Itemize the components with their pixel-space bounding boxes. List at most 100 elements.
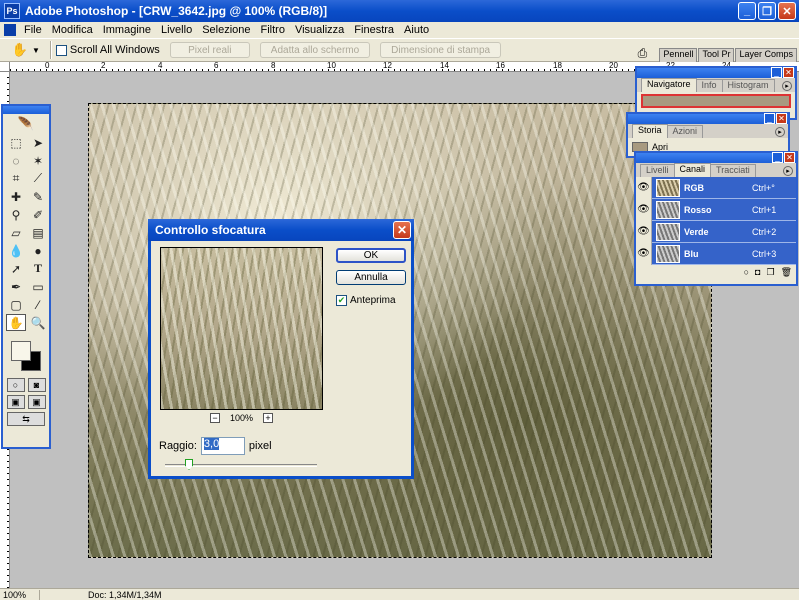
move-tool-icon[interactable]: ➤ <box>28 134 48 151</box>
menu-immagine[interactable]: Immagine <box>98 24 156 36</box>
palette-title-bar[interactable]: _ ✕ <box>636 152 796 163</box>
radius-slider[interactable] <box>165 459 317 470</box>
zoom-in-button[interactable]: + <box>263 413 274 423</box>
toolbox-title-bar[interactable] <box>3 106 49 114</box>
scroll-all-windows-checkbox[interactable] <box>55 44 67 56</box>
actual-pixels-button[interactable]: Pixel reali <box>169 42 250 58</box>
palette-title-bar[interactable]: _ ✕ <box>637 67 795 78</box>
preview-option[interactable]: ✔ Anteprima <box>336 295 396 306</box>
dialog-close-button[interactable]: ✕ <box>393 221 411 239</box>
print-size-button[interactable]: Dimensione di stampa <box>380 42 502 58</box>
hand-tool-preset-icon[interactable]: ✋ <box>10 41 30 59</box>
minimize-palette-button[interactable]: _ <box>764 113 775 124</box>
history-brush-tool-icon[interactable]: ✐ <box>28 206 48 223</box>
hand-tool-icon[interactable]: ✋ <box>6 314 26 331</box>
close-button[interactable]: ✕ <box>778 2 796 20</box>
well-tab-tool-presets[interactable]: Tool Pr <box>698 48 735 62</box>
well-tab-layer-comps[interactable]: Layer Comps <box>735 48 797 62</box>
dialog-title-bar[interactable]: Controllo sfocatura ✕ <box>148 219 414 241</box>
chevron-down-icon[interactable]: ▼ <box>32 46 40 55</box>
channel-row-rgb[interactable]: 👁 RGB Ctrl+° <box>636 176 796 199</box>
foreground-color-swatch[interactable] <box>11 341 31 361</box>
menu-finestra[interactable]: Finestra <box>349 24 399 36</box>
palette-menu-icon[interactable]: ▸ <box>775 127 785 137</box>
tab-histogram[interactable]: Histogram <box>721 79 775 92</box>
menu-visualizza[interactable]: Visualizza <box>290 24 349 36</box>
gradient-tool-icon[interactable]: ▤ <box>28 224 48 241</box>
menu-filtro[interactable]: Filtro <box>256 24 290 36</box>
zoom-tool-icon[interactable]: 🔍 <box>28 314 48 331</box>
standard-mode-icon[interactable]: ○ <box>6 378 25 392</box>
menu-livello[interactable]: Livello <box>156 24 197 36</box>
tab-channels[interactable]: Canali <box>673 163 712 177</box>
jump-to-imageready-icon[interactable]: ⇆ <box>7 412 45 426</box>
menu-aiuto[interactable]: Aiuto <box>399 24 434 36</box>
preview-checkbox[interactable]: ✔ <box>336 295 347 306</box>
brush-tool-icon[interactable]: ✎ <box>28 188 48 205</box>
ok-button[interactable]: OK <box>336 248 406 263</box>
close-palette-button[interactable]: ✕ <box>776 113 787 124</box>
ruler-corner[interactable] <box>0 62 10 72</box>
navigator-preview[interactable] <box>641 94 791 108</box>
slice-tool-icon[interactable]: ⟋ <box>28 170 48 187</box>
menu-selezione[interactable]: Selezione <box>197 24 255 36</box>
minimize-palette-button[interactable]: _ <box>771 67 782 78</box>
toggle-palettes-icon[interactable]: ⎙ <box>632 44 652 62</box>
healing-brush-tool-icon[interactable]: ✚ <box>6 188 26 205</box>
tab-layers[interactable]: Livelli <box>640 164 675 177</box>
tab-info[interactable]: Info <box>695 79 723 92</box>
tab-navigator[interactable]: Navigatore <box>641 78 697 92</box>
crop-tool-icon[interactable]: ⌗ <box>6 170 26 187</box>
quick-mask-mode-icon[interactable]: ◙ <box>27 378 46 392</box>
menu-file[interactable]: File <box>19 24 47 36</box>
fit-on-screen-button[interactable]: Adatta allo schermo <box>259 42 371 58</box>
status-doc-size[interactable]: Doc: 1,34M/1,34M <box>40 590 162 600</box>
path-selection-tool-icon[interactable]: ➚ <box>6 260 26 277</box>
eye-icon[interactable]: 👁 <box>636 198 652 221</box>
save-selection-channel-icon[interactable]: ◘ <box>755 267 760 277</box>
load-channel-selection-icon[interactable]: ○ <box>744 267 749 277</box>
minimize-palette-button[interactable]: _ <box>772 152 783 163</box>
marquee-tool-icon[interactable]: ⬚ <box>6 134 26 151</box>
minimize-button[interactable]: _ <box>738 2 756 20</box>
channel-row-red[interactable]: 👁 Rosso Ctrl+1 <box>636 198 796 221</box>
tab-history[interactable]: Storia <box>632 124 668 138</box>
radius-input[interactable]: 3,0 <box>200 437 245 455</box>
full-screen-menu-mode-icon[interactable]: ▣ <box>27 395 46 409</box>
blur-tool-icon[interactable]: 💧 <box>6 242 26 259</box>
scroll-all-windows-option[interactable]: Scroll All Windows <box>55 44 160 56</box>
palette-menu-icon[interactable]: ▸ <box>782 81 792 91</box>
radius-slider-thumb[interactable] <box>185 459 193 470</box>
palette-title-bar[interactable]: _ ✕ <box>628 113 788 124</box>
magic-wand-tool-icon[interactable]: ✶ <box>28 152 48 169</box>
close-palette-button[interactable]: ✕ <box>784 152 795 163</box>
eyedropper-tool-icon[interactable]: ⁄ <box>28 296 48 313</box>
channel-row-green[interactable]: 👁 Verde Ctrl+2 <box>636 220 796 243</box>
lasso-tool-icon[interactable]: ◌ <box>6 152 26 169</box>
menu-modifica[interactable]: Modifica <box>47 24 98 36</box>
document-icon[interactable] <box>4 24 16 36</box>
eye-icon[interactable]: 👁 <box>636 242 652 265</box>
eye-icon[interactable]: 👁 <box>636 220 652 243</box>
status-zoom[interactable]: 100% <box>0 589 40 600</box>
restore-button[interactable]: ❐ <box>758 2 776 20</box>
pen-tool-icon[interactable]: ✒ <box>6 278 26 295</box>
close-palette-button[interactable]: ✕ <box>783 67 794 78</box>
tab-paths[interactable]: Tracciati <box>710 164 756 177</box>
zoom-out-button[interactable]: − <box>209 413 220 423</box>
new-channel-icon[interactable]: ❐ <box>766 267 774 278</box>
trash-icon[interactable]: 🗑 <box>781 267 792 278</box>
shape-tool-icon[interactable]: ▭ <box>28 278 48 295</box>
well-tab-brushes[interactable]: Pennell <box>659 48 698 62</box>
type-tool-icon[interactable]: T <box>28 260 48 277</box>
cancel-button[interactable]: Annulla <box>336 270 406 285</box>
eraser-tool-icon[interactable]: ▱ <box>6 224 26 241</box>
blur-preview[interactable] <box>160 247 323 410</box>
eye-icon[interactable]: 👁 <box>636 176 652 199</box>
dodge-tool-icon[interactable]: ● <box>28 242 48 259</box>
standard-screen-mode-icon[interactable]: ▣ <box>6 395 25 409</box>
palette-menu-icon[interactable]: ▸ <box>783 166 793 176</box>
tab-actions[interactable]: Azioni <box>666 125 704 138</box>
channel-row-blue[interactable]: 👁 Blu Ctrl+3 <box>636 242 796 265</box>
clone-stamp-tool-icon[interactable]: ⚲ <box>6 206 26 223</box>
